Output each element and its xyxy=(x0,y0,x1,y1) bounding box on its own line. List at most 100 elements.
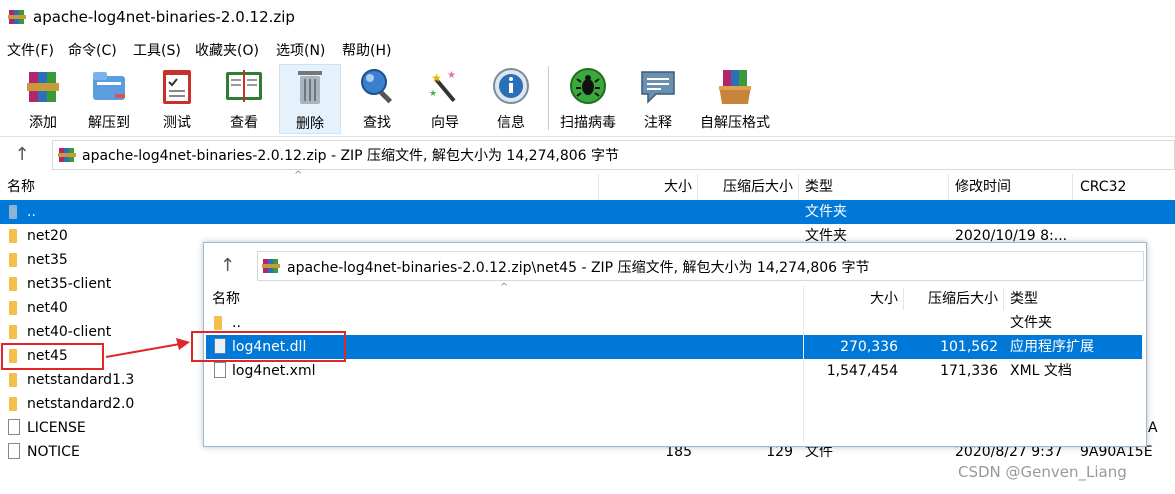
column-divider xyxy=(803,286,804,442)
winrar-app-icon xyxy=(8,8,26,26)
parent-folder-icon xyxy=(9,205,17,219)
folder-icon xyxy=(9,253,17,267)
column-divider xyxy=(598,174,599,200)
folder-icon xyxy=(9,277,17,291)
menu-favorites[interactable]: 收藏夹(O) xyxy=(195,40,259,60)
view-button[interactable]: 查看 xyxy=(214,64,274,132)
file-icon xyxy=(8,443,20,459)
file-size: 1,547,454 xyxy=(826,363,898,379)
sfx-button[interactable]: 自解压格式 xyxy=(700,64,770,132)
window-title: apache-log4net-binaries-2.0.12.zip xyxy=(33,8,295,26)
up-arrow-icon[interactable]: ↑ xyxy=(220,255,235,276)
svg-text:★: ★ xyxy=(429,89,437,99)
sfx-label: 自解压格式 xyxy=(700,115,770,131)
column-header-crc[interactable]: CRC32 xyxy=(1080,174,1170,200)
file-icon xyxy=(8,419,20,435)
svg-text:★: ★ xyxy=(431,71,442,85)
menu-command[interactable]: 命令(C) xyxy=(68,40,117,60)
table-row[interactable]: .. 文件夹 xyxy=(0,200,1175,224)
annotation-box-dll xyxy=(191,331,346,362)
file-name: .. xyxy=(27,204,36,220)
file-type: 文件夹 xyxy=(805,204,847,220)
popup-column-header-packed[interactable]: 压缩后大小 xyxy=(905,286,998,312)
comment-icon xyxy=(638,66,678,106)
popup-table-row[interactable]: log4net.dll 270,336 101,562 应用程序扩展 xyxy=(206,335,1142,359)
sort-chevron-icon: ^ xyxy=(500,282,509,293)
info-button[interactable]: 信息 xyxy=(481,64,541,132)
view-book-icon xyxy=(224,66,264,106)
file-packed: 171,336 xyxy=(940,363,998,379)
zip-archive-icon xyxy=(58,146,76,164)
xml-file-icon xyxy=(214,362,226,378)
file-name: net35-client xyxy=(27,276,112,292)
sfx-box-icon xyxy=(715,66,755,106)
add-button[interactable]: 添加 xyxy=(13,64,73,132)
popup-column-header-type[interactable]: 类型 xyxy=(1010,286,1130,312)
menu-tools[interactable]: 工具(S) xyxy=(133,40,181,60)
file-name: net40 xyxy=(27,300,68,316)
folder-icon xyxy=(9,373,17,387)
find-button[interactable]: 查找 xyxy=(347,64,407,132)
popup-address-path: apache-log4net-binaries-2.0.12.zip\net45… xyxy=(287,260,870,276)
virus-scan-icon xyxy=(568,66,608,106)
column-divider xyxy=(948,174,949,200)
delete-button[interactable]: 删除 xyxy=(279,64,341,134)
file-name: net40-client xyxy=(27,324,112,340)
popup-table-row[interactable]: .. 文件夹 xyxy=(206,311,1142,335)
watermark: CSDN @Genven_Liang xyxy=(958,463,1127,481)
svg-text:★: ★ xyxy=(447,70,456,81)
file-name: net35 xyxy=(27,252,68,268)
file-type: XML 文档 xyxy=(1010,363,1072,379)
folder-icon xyxy=(9,325,17,339)
column-divider xyxy=(1003,288,1004,310)
add-books-icon xyxy=(23,66,63,106)
column-header-modified[interactable]: 修改时间 xyxy=(955,174,1070,200)
file-name: net20 xyxy=(27,228,68,244)
magnifier-icon xyxy=(357,66,397,106)
menu-help[interactable]: 帮助(H) xyxy=(342,40,391,60)
test-clipboard-icon xyxy=(157,66,197,106)
info-icon xyxy=(491,66,531,106)
annotation-box-net45 xyxy=(1,343,104,370)
menu-options[interactable]: 选项(N) xyxy=(276,40,325,60)
column-header-packed[interactable]: 压缩后大小 xyxy=(700,174,793,200)
test-button[interactable]: 测试 xyxy=(147,64,207,132)
virus-scan-label: 扫描病毒 xyxy=(560,115,616,131)
column-header-size[interactable]: 大小 xyxy=(600,174,692,200)
file-name: log4net.xml xyxy=(232,363,316,379)
file-packed: 101,562 xyxy=(940,339,998,355)
parent-folder-icon xyxy=(214,316,222,330)
file-type: 文件夹 xyxy=(1010,315,1052,331)
column-divider xyxy=(903,288,904,310)
comment-label: 注释 xyxy=(644,115,672,131)
comment-button[interactable]: 注释 xyxy=(628,64,688,132)
file-size: 270,336 xyxy=(840,339,898,355)
menu-file[interactable]: 文件(F) xyxy=(7,40,54,60)
up-arrow-icon[interactable]: ↑ xyxy=(10,144,34,165)
annotation-arrow-icon xyxy=(105,338,190,358)
file-crc: A xyxy=(1148,420,1158,436)
popup-column-header-size[interactable]: 大小 xyxy=(806,286,898,312)
virus-scan-button[interactable]: 扫描病毒 xyxy=(558,64,618,132)
folder-icon xyxy=(9,397,17,411)
file-type: 应用程序扩展 xyxy=(1010,339,1094,355)
file-name: netstandard1.3 xyxy=(27,372,135,388)
column-divider xyxy=(798,174,799,200)
wizard-button[interactable]: ★ ★ ★ 向导 xyxy=(415,64,475,132)
info-label: 信息 xyxy=(497,115,525,131)
address-path: apache-log4net-binaries-2.0.12.zip - ZIP… xyxy=(82,148,620,164)
zip-archive-icon xyxy=(262,257,280,275)
trash-icon xyxy=(290,67,330,107)
column-header-type[interactable]: 类型 xyxy=(805,174,945,200)
folder-icon xyxy=(9,301,17,315)
extract-to-button[interactable]: 解压到 xyxy=(79,64,139,132)
wizard-wand-icon: ★ ★ ★ xyxy=(425,66,465,106)
extract-folder-icon xyxy=(89,66,129,106)
folder-icon xyxy=(9,229,17,243)
file-name: NOTICE xyxy=(27,444,80,460)
file-name: LICENSE xyxy=(27,420,86,436)
column-divider xyxy=(697,174,698,200)
file-name: netstandard2.0 xyxy=(27,396,135,412)
sort-chevron-icon: ^ xyxy=(294,170,303,181)
popup-table-row[interactable]: log4net.xml 1,547,454 171,336 XML 文档 xyxy=(206,359,1142,383)
